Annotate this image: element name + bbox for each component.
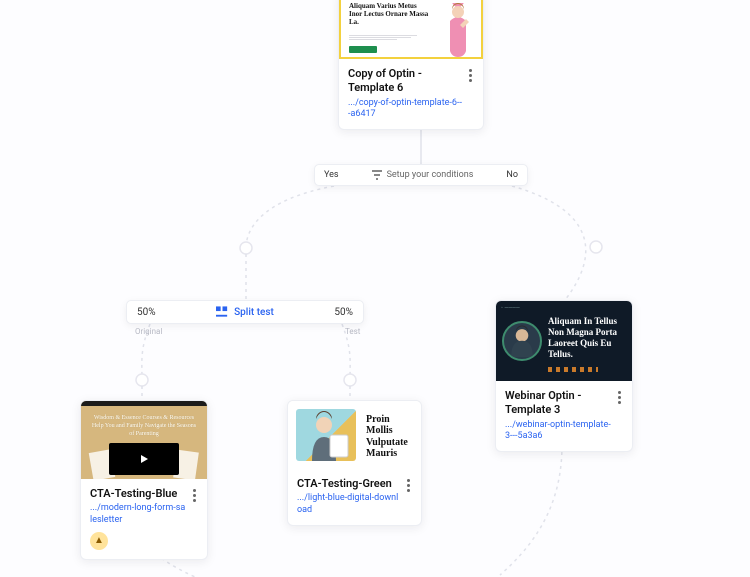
split-test-node[interactable]: 50% Split test 50% — [126, 300, 364, 324]
condition-yes-label: Yes — [324, 170, 339, 180]
node-copy-of-optin[interactable]: Aliquam Varius Metus Inor Lectus Ornare … — [338, 0, 484, 130]
node-url[interactable]: .../modern-long-form-salesletter — [90, 503, 198, 526]
node-url[interactable]: .../copy-of-optin-template-6---a6417 — [348, 98, 474, 121]
node-title: Copy of Optin - Template 6 — [348, 67, 474, 96]
thumb-heading: Aliquam In Tellus Non Magna Porta Laoree… — [548, 316, 622, 359]
avatar-icon — [504, 321, 540, 359]
condition-center-label: Setup your conditions — [387, 170, 474, 180]
split-right-pct: 50% — [334, 307, 353, 318]
kebab-menu-icon[interactable] — [188, 488, 200, 502]
node-url[interactable]: .../webinar-optin-template-3---5a3a6 — [505, 420, 623, 443]
kebab-menu-icon[interactable] — [613, 390, 625, 404]
filter-icon — [372, 170, 382, 180]
node-title: Webinar Optin - Template 3 — [505, 389, 623, 418]
node-thumbnail: Aliquam Varius Metus Inor Lectus Ornare … — [339, 0, 483, 59]
node-title: CTA-Testing-Blue — [90, 487, 198, 501]
kebab-menu-icon[interactable] — [402, 478, 414, 492]
thumb-heading: Aliquam Varius Metus Inor Lectus Ornare … — [349, 2, 429, 26]
split-test-icon — [216, 306, 229, 318]
person-illustration — [296, 409, 356, 461]
split-left-sublabel: Original — [135, 327, 162, 336]
person-illustration — [438, 3, 478, 57]
split-center-label: Split test — [234, 307, 274, 318]
node-url[interactable]: .../light-blue-digital-download — [297, 493, 412, 516]
condition-no-label: No — [506, 170, 518, 180]
warning-badge-icon: ▲ — [90, 532, 108, 550]
kebab-menu-icon[interactable] — [464, 68, 476, 82]
node-cta-testing-green[interactable]: Proin Mollis Vulputate Mauris CTA-Testin… — [287, 400, 422, 526]
node-thumbnail: ◦ ──── Aliquam In Tellus Non Magna Porta… — [496, 301, 632, 381]
split-left-pct: 50% — [137, 307, 156, 318]
node-title: CTA-Testing-Green — [297, 477, 412, 491]
node-thumbnail: Proin Mollis Vulputate Mauris — [288, 401, 421, 469]
node-cta-testing-blue[interactable]: Wisdom & Essence Courses & Resources Hel… — [80, 400, 208, 560]
condition-node[interactable]: Yes Setup your conditions No — [314, 164, 528, 186]
thumb-heading: Wisdom & Essence Courses & Resources Hel… — [81, 415, 207, 438]
thumb-heading: Proin Mollis Vulputate Mauris — [366, 414, 413, 460]
node-webinar-optin[interactable]: ◦ ──── Aliquam In Tellus Non Magna Porta… — [495, 300, 633, 452]
node-thumbnail: Wisdom & Essence Courses & Resources Hel… — [81, 401, 207, 479]
split-right-sublabel: Test — [345, 327, 360, 336]
play-icon — [141, 455, 148, 463]
